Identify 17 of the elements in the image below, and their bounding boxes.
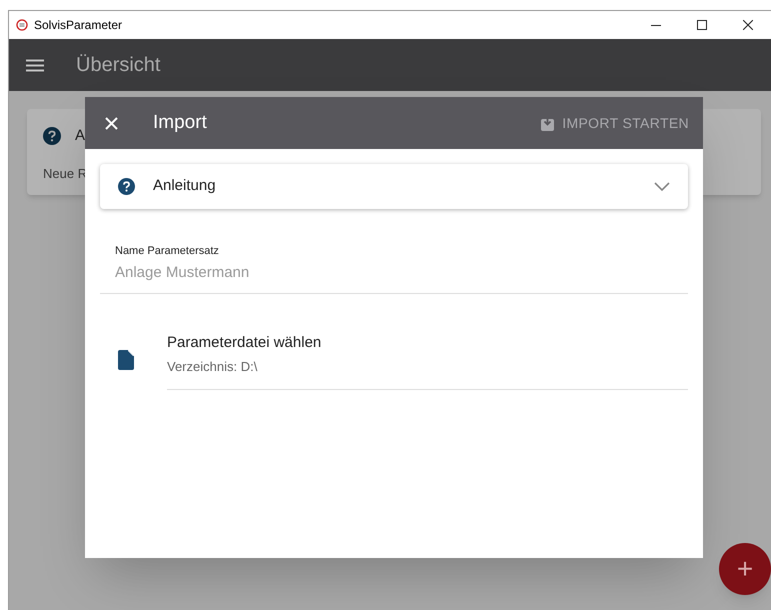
minimize-icon xyxy=(651,24,661,26)
app-logo-icon xyxy=(16,19,28,31)
help-icon xyxy=(43,127,61,146)
dialog-title: Import xyxy=(153,110,207,135)
help-icon xyxy=(118,178,135,195)
window-title: SolvisParameter xyxy=(34,17,122,34)
card-title: A xyxy=(75,126,86,146)
page-title: Übersicht xyxy=(76,53,160,78)
close-dialog-button[interactable] xyxy=(103,115,119,131)
close-icon xyxy=(104,116,118,130)
maximize-icon xyxy=(697,20,707,30)
menu-icon xyxy=(26,58,44,72)
close-icon xyxy=(743,20,753,30)
file-icon xyxy=(118,350,134,370)
add-button[interactable]: + xyxy=(719,543,771,595)
field-label: Name Parametersatz xyxy=(115,244,220,259)
chevron-icon xyxy=(654,182,670,191)
